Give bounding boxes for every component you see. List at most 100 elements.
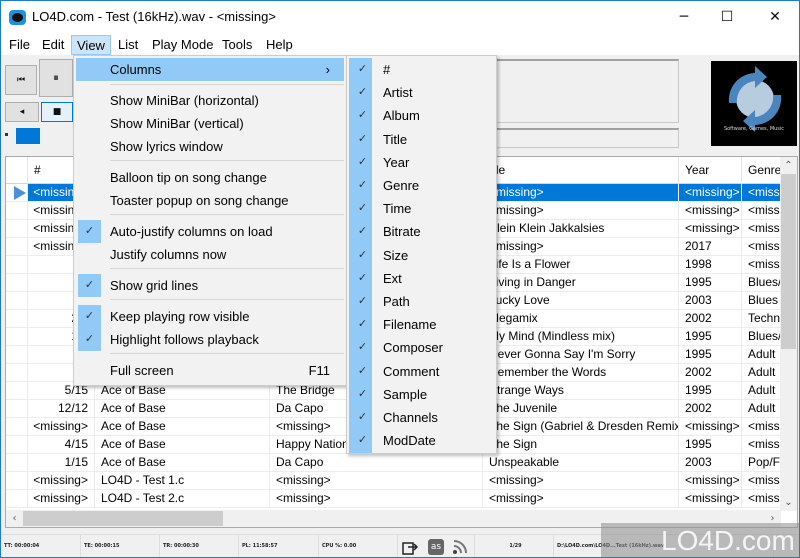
table-row[interactable]: <missing> LO4D - Test 1.c <missing> <missin… <box>6 472 782 490</box>
submenu-item-label: ModDate <box>383 433 436 449</box>
submenu-item-artist[interactable]: ✓ Artist <box>349 81 494 104</box>
columns-submenu: ✓ # ✓ Artist ✓ Album ✓ Title ✓ Year ✓ Genre ✓ Time ✓ Bi… <box>346 55 497 454</box>
cell-year: 1995 <box>679 436 742 453</box>
cell-genre: <missing> <box>742 202 782 219</box>
submenu-item-genre[interactable]: ✓ Genre <box>349 174 494 197</box>
rewind-button[interactable]: ◂ <box>5 102 39 122</box>
submenu-item-title[interactable]: ✓ Title <box>349 128 494 151</box>
menu-item-justify-now[interactable]: Justify columns now <box>76 243 344 266</box>
column-header-year[interactable]: Year <box>679 157 742 184</box>
submenu-item-label: Bitrate <box>383 224 421 240</box>
menu-item-show-lyrics[interactable]: Show lyrics window <box>76 135 344 158</box>
checkmark-icon: ✓ <box>357 341 368 354</box>
submenu-item-label: Artist <box>383 85 413 101</box>
menu-item-columns[interactable]: Columns › <box>76 58 344 81</box>
submenu-item-number[interactable]: ✓ # <box>349 58 494 81</box>
menu-item-label: Auto-justify columns on load <box>110 224 273 239</box>
menu-item-label: Show lyrics window <box>110 139 223 154</box>
submenu-item-year[interactable]: ✓ Year <box>349 151 494 174</box>
scroll-left-icon[interactable]: ‹ <box>6 510 23 527</box>
cell-title: The Juvenile <box>483 400 679 417</box>
menu-tools[interactable]: Tools <box>217 35 257 55</box>
cell-marker <box>6 220 28 237</box>
volume-slider[interactable] <box>16 128 40 144</box>
lastfm-icon[interactable]: as <box>428 539 444 555</box>
stop-button[interactable]: ■ <box>41 102 73 122</box>
maximize-button[interactable]: ☐ <box>704 1 750 33</box>
menu-item-show-grid-lines[interactable]: ✓ Show grid lines <box>76 274 344 297</box>
menu-item-show-minibar-horizontal[interactable]: Show MiniBar (horizontal) <box>76 89 344 112</box>
vertical-scroll-thumb[interactable] <box>781 174 796 349</box>
menu-file[interactable]: File <box>4 35 35 55</box>
close-button[interactable]: ✕ <box>752 1 798 33</box>
cell-artist: Ace of Base <box>95 400 270 417</box>
submenu-item-label: Composer <box>383 340 443 356</box>
menu-item-label: Show MiniBar (horizontal) <box>110 93 259 108</box>
app-logo-icon <box>9 10 26 25</box>
menu-item-keep-playing-row-visible[interactable]: ✓ Keep playing row visible <box>76 305 344 328</box>
cell-year: 2002 <box>679 364 742 381</box>
minimize-button[interactable]: ─ <box>661 1 707 33</box>
cell-artist: Ace of Base <box>95 418 270 435</box>
scroll-down-icon[interactable]: ⌄ <box>780 494 797 511</box>
menu-item-auto-justify[interactable]: ✓ Auto-justify columns on load <box>76 220 344 243</box>
submenu-item-filename[interactable]: ✓ Filename <box>349 313 494 336</box>
menu-item-label: Justify columns now <box>110 247 227 262</box>
submenu-item-label: Year <box>383 154 410 170</box>
cell-album: <missing> <box>270 472 483 489</box>
cell-year: 2002 <box>679 400 742 417</box>
submenu-item-composer[interactable]: ✓ Composer <box>349 336 494 359</box>
pause-button[interactable]: ⏸ <box>39 59 73 97</box>
cell-year: <missing> <box>679 490 742 507</box>
status-remaining: TR: 00:00:30 <box>160 535 239 557</box>
previous-button[interactable]: ⏮ <box>5 65 37 95</box>
submenu-item-time[interactable]: ✓ Time <box>349 197 494 220</box>
cell-genre: <missing> <box>742 418 782 435</box>
submenu-item-bitrate[interactable]: ✓ Bitrate <box>349 220 494 243</box>
submenu-item-label: Size <box>383 247 409 263</box>
menu-play-mode[interactable]: Play Mode <box>147 35 218 55</box>
menu-item-full-screen[interactable]: Full screen F11 <box>76 359 344 382</box>
cell-title: Living in Danger <box>483 274 679 291</box>
column-header-title[interactable]: Title <box>483 157 679 184</box>
submenu-item-moddate[interactable]: ✓ ModDate <box>349 429 494 452</box>
checkmark-icon: ✓ <box>357 179 368 191</box>
table-row[interactable]: <missing> LO4D - Test 2.c <missing> <missin… <box>6 490 782 508</box>
column-header-marker[interactable] <box>6 157 28 184</box>
cell-genre: Pop/F <box>742 454 782 471</box>
vertical-scrollbar[interactable]: ⌃ ⌄ <box>780 157 797 511</box>
export-icon[interactable] <box>402 539 419 555</box>
submenu-item-label: Channels <box>383 410 438 425</box>
column-header-genre[interactable]: Genre <box>742 157 782 184</box>
menu-item-highlight-follows-playback[interactable]: ✓ Highlight follows playback <box>76 328 344 351</box>
submenu-item-ext[interactable]: ✓ Ext <box>349 267 494 290</box>
menu-item-label: Toaster popup on song change <box>110 193 289 208</box>
menu-item-balloon-tip[interactable]: Balloon tip on song change <box>76 166 344 189</box>
submenu-item-path[interactable]: ✓ Path <box>349 290 494 313</box>
submenu-item-channels[interactable]: ✓ Channels <box>349 406 494 429</box>
shortcut-label: F11 <box>308 363 330 378</box>
cell-genre: Adult <box>742 382 782 399</box>
horizontal-scroll-thumb[interactable] <box>23 511 223 526</box>
table-row[interactable]: 1/15 Ace of Base Da Capo Unspeakable 2003 Pop… <box>6 454 782 472</box>
cell-genre: <missing> <box>742 256 782 273</box>
track-info-box <box>494 59 679 123</box>
cell-genre: Blues <box>742 292 782 309</box>
submenu-item-size[interactable]: ✓ Size <box>349 244 494 267</box>
menu-list[interactable]: List <box>113 35 143 55</box>
checkmark-icon: ✓ <box>357 248 368 261</box>
podcast-feed-icon[interactable] <box>452 539 468 555</box>
menu-help[interactable]: Help <box>261 35 298 55</box>
cell-marker <box>6 256 28 273</box>
menu-item-toaster-popup[interactable]: Toaster popup on song change <box>76 189 344 212</box>
menu-edit[interactable]: Edit <box>37 35 69 55</box>
checkmark-icon: ✓ <box>357 434 368 447</box>
submenu-item-album[interactable]: ✓ Album <box>349 104 494 127</box>
submenu-item-comment[interactable]: ✓ Comment <box>349 360 494 383</box>
menu-item-show-minibar-vertical[interactable]: Show MiniBar (vertical) <box>76 112 344 135</box>
menu-separator <box>110 299 344 300</box>
menu-view[interactable]: View <box>71 35 111 55</box>
submenu-item-sample[interactable]: ✓ Sample <box>349 383 494 406</box>
scroll-up-icon[interactable]: ⌃ <box>780 157 797 174</box>
seek-bar[interactable] <box>494 128 679 148</box>
